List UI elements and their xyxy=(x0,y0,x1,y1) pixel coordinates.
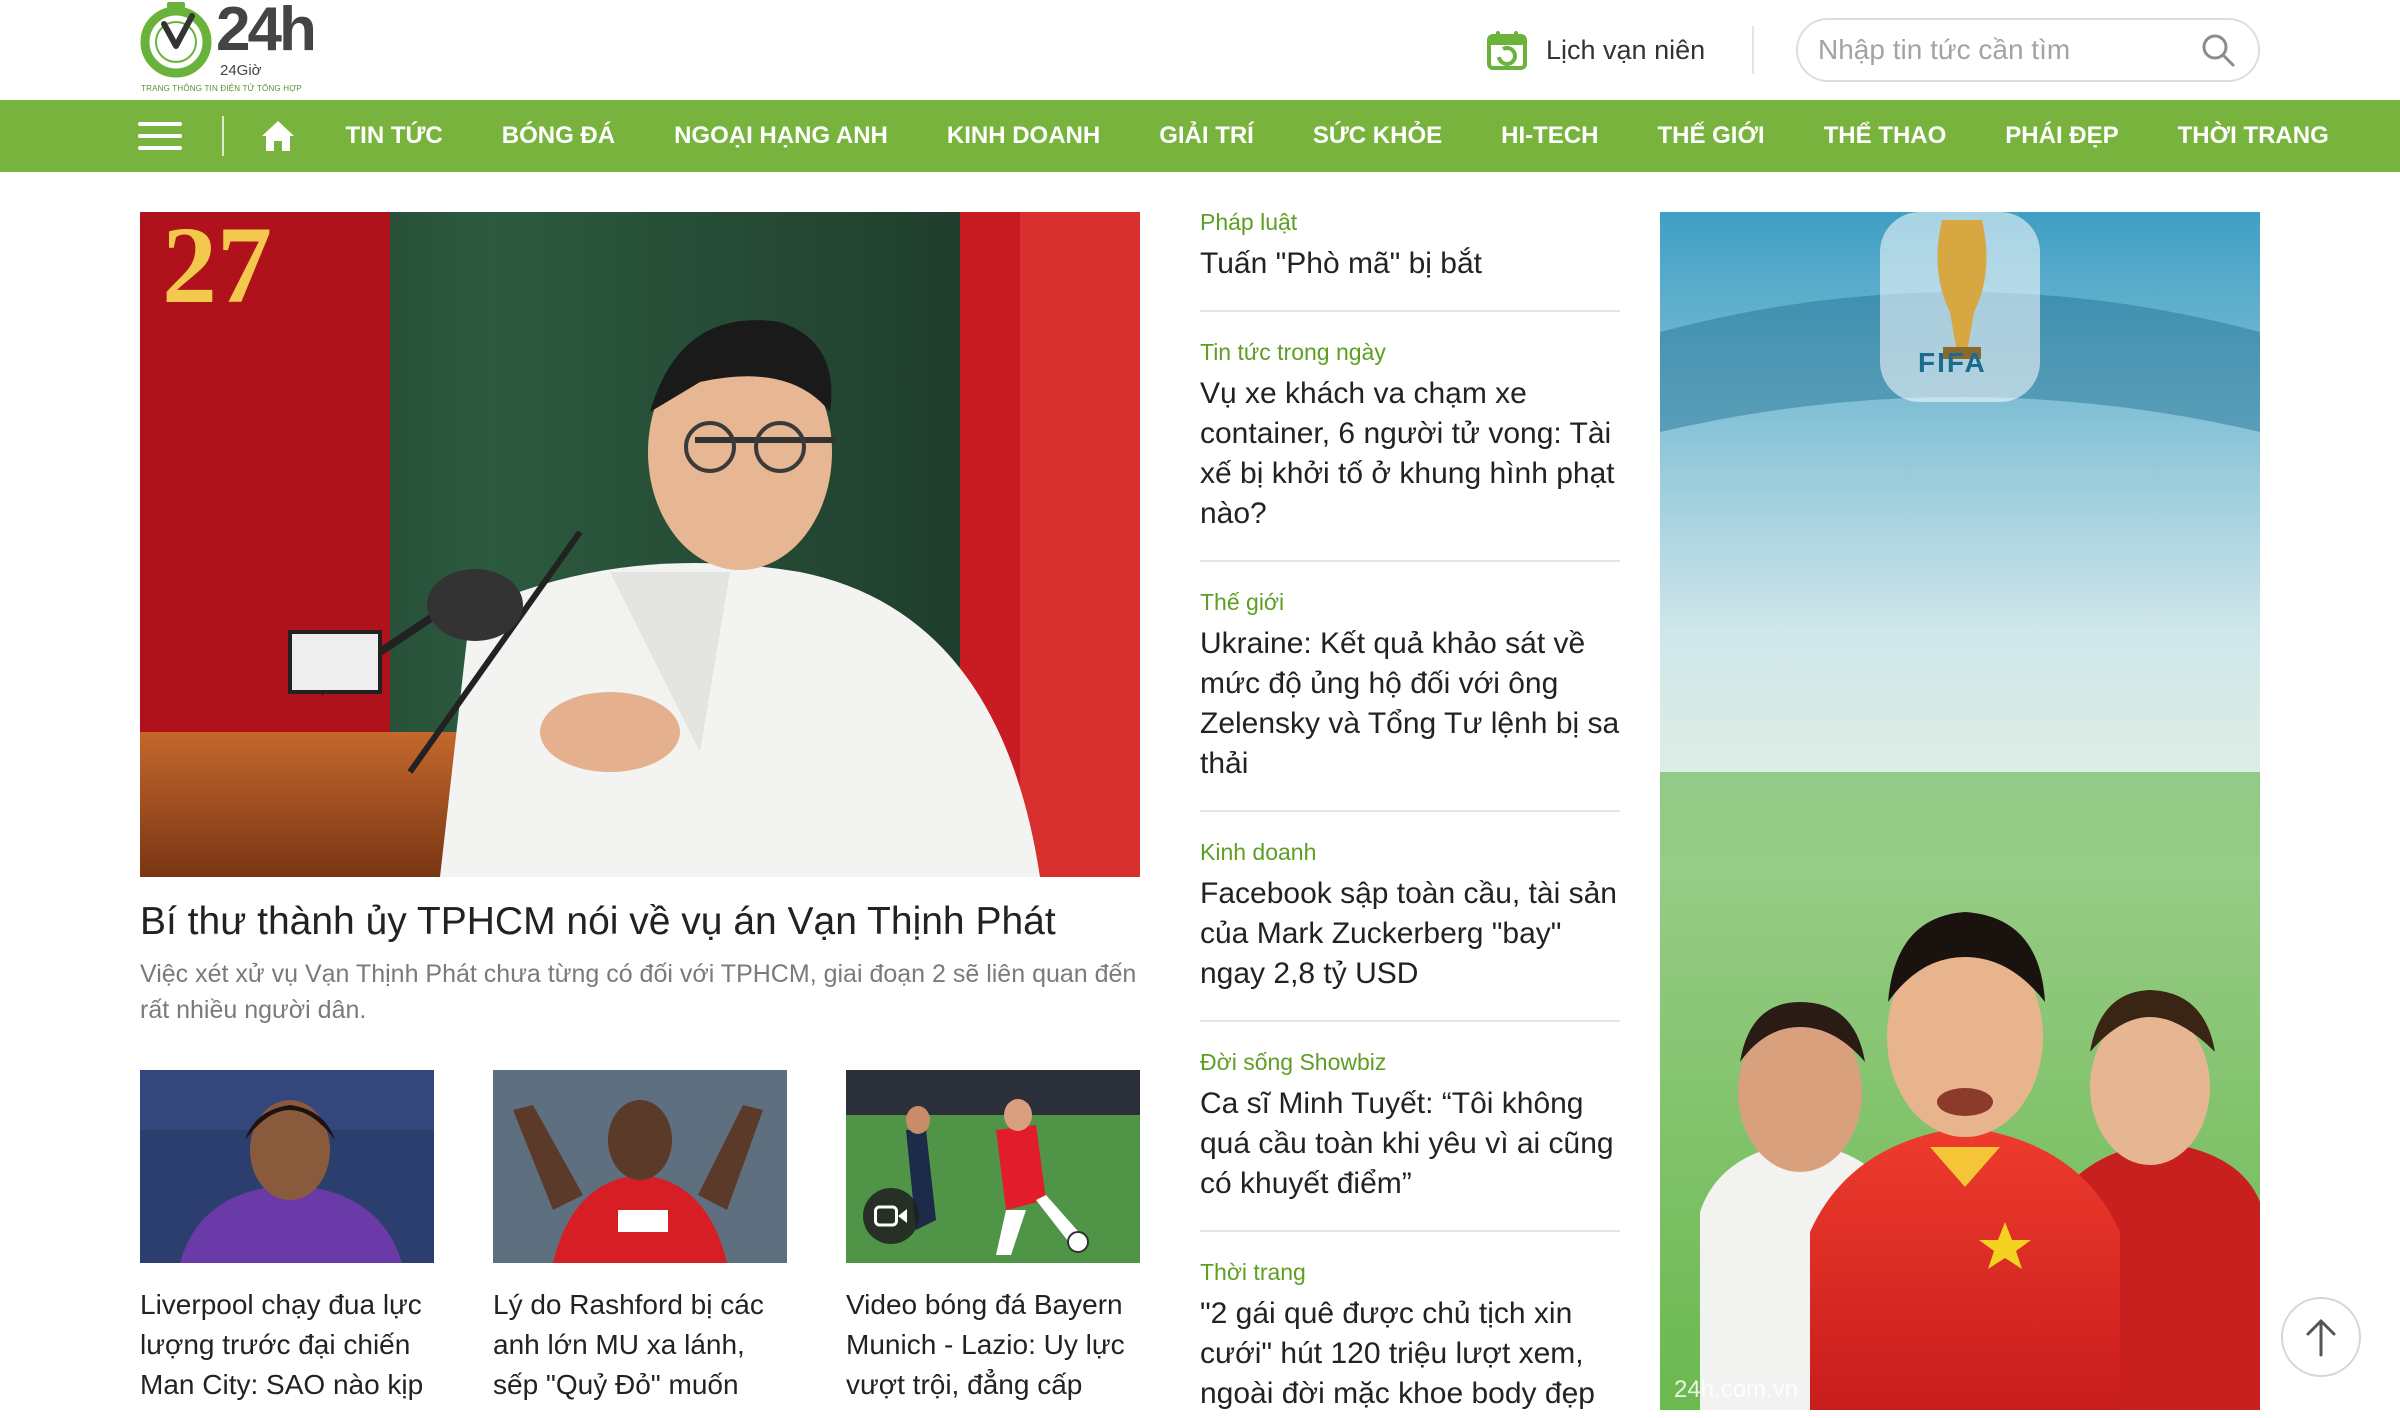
nav-item-phai-dep[interactable]: PHÁI ĐẸP xyxy=(1976,100,2148,172)
nav-item-thoi-trang[interactable]: THỜI TRANG xyxy=(2148,100,2358,172)
nav-item-ngoai-hang-anh[interactable]: NGOẠI HẠNG ANH xyxy=(645,100,918,172)
nav-inner: TIN TỨC BÓNG ĐÁ NGOẠI HẠNG ANH KINH DOAN… xyxy=(138,100,2358,172)
side-news-item: Thời trang "2 gái quê được chủ tịch xin … xyxy=(1200,1256,1620,1418)
side-title[interactable]: Tuấn "Phò mã" bị bắt xyxy=(1200,244,1620,284)
side-category[interactable]: Thời trang xyxy=(1200,1256,1620,1288)
card-photo xyxy=(493,1070,787,1263)
side-news-item: Tin tức trong ngày Vụ xe khách va chạm x… xyxy=(1200,336,1620,562)
calendar-icon xyxy=(1487,31,1527,70)
card-title[interactable]: Lý do Rashford bị các anh lớn MU xa lánh… xyxy=(493,1285,787,1405)
nav-item-the-gioi[interactable]: THẾ GIỚI xyxy=(1628,100,1794,172)
calendar-link[interactable]: Lịch vạn niên xyxy=(1486,28,1705,72)
nav-item-tin-tuc[interactable]: TIN TỨC xyxy=(316,100,472,172)
advertisement-banner[interactable]: FIFA 24h.com.vn xyxy=(1660,212,2260,1410)
side-category[interactable]: Pháp luật xyxy=(1200,206,1620,238)
feature-title[interactable]: Bí thư thành ủy TPHCM nói về vụ án Vạn T… xyxy=(140,896,1140,948)
search-button[interactable] xyxy=(2198,30,2238,70)
logo-text: 24h xyxy=(216,0,317,64)
hamburger-icon[interactable] xyxy=(138,100,184,172)
ad-badge: FIFA xyxy=(1918,347,1987,378)
side-category[interactable]: Tin tức trong ngày xyxy=(1200,336,1620,368)
back-to-top-button[interactable] xyxy=(2281,1297,2361,1377)
home-button[interactable] xyxy=(258,100,298,172)
news-card[interactable]: Video bóng đá Bayern Munich - Lazio: Uy … xyxy=(846,1070,1140,1405)
feature-image[interactable]: 27 xyxy=(140,212,1140,877)
nav-item-the-thao[interactable]: THỂ THAO xyxy=(1794,100,1976,172)
side-category[interactable]: Kinh doanh xyxy=(1200,836,1620,868)
svg-text:27: 27 xyxy=(162,212,272,326)
news-card[interactable]: Liverpool chạy đua lực lượng trước đại c… xyxy=(140,1070,434,1405)
side-title[interactable]: "2 gái quê được chủ tịch xin cưới" hút 1… xyxy=(1200,1294,1620,1414)
calendar-label: Lịch vạn niên xyxy=(1546,34,1706,65)
card-photo xyxy=(140,1070,434,1263)
logo-tagline: TRANG THÔNG TIN ĐIỆN TỬ TỔNG HỢP xyxy=(141,84,302,93)
nav-item-giai-tri[interactable]: GIẢI TRÍ xyxy=(1130,100,1284,172)
nav-item-hi-tech[interactable]: HI-TECH xyxy=(1472,100,1628,172)
side-news-item: Pháp luật Tuấn "Phò mã" bị bắt xyxy=(1200,206,1620,312)
card-thumbnail[interactable] xyxy=(493,1070,787,1263)
video-icon xyxy=(874,1205,907,1227)
search-box xyxy=(1796,18,2260,82)
card-title[interactable]: Liverpool chạy đua lực lượng trước đại c… xyxy=(140,1285,434,1405)
nav-item-suc-khoe[interactable]: SỨC KHỎE xyxy=(1283,100,1471,172)
side-category[interactable]: Thế giới xyxy=(1200,586,1620,618)
card-thumbnail[interactable] xyxy=(846,1070,1140,1263)
side-title[interactable]: Facebook sập toàn cầu, tài sản của Mark … xyxy=(1200,874,1620,994)
nav-item-bong-da[interactable]: BÓNG ĐÁ xyxy=(472,100,644,172)
home-icon xyxy=(262,121,294,151)
side-news-item: Thế giới Ukraine: Kết quả khảo sát về mứ… xyxy=(1200,586,1620,812)
side-category[interactable]: Đời sống Showbiz xyxy=(1200,1046,1620,1078)
top-bar: 24h 24Giờ TRANG THÔNG TIN ĐIỆN TỬ TỔNG H… xyxy=(0,0,2400,100)
nav-items: TIN TỨC BÓNG ĐÁ NGOẠI HẠNG ANH KINH DOAN… xyxy=(316,100,2358,172)
nav-divider xyxy=(222,116,224,156)
header-divider xyxy=(1752,26,1754,74)
news-card[interactable]: Lý do Rashford bị các anh lớn MU xa lánh… xyxy=(493,1070,787,1405)
search-icon xyxy=(2202,34,2235,67)
feature-photo: 27 xyxy=(140,212,1140,877)
search-input[interactable] xyxy=(1818,34,2198,66)
side-title[interactable]: Vụ xe khách va chạm xe container, 6 ngườ… xyxy=(1200,374,1620,534)
logo-sub: 24Giờ xyxy=(220,62,262,79)
card-title[interactable]: Video bóng đá Bayern Munich - Lazio: Uy … xyxy=(846,1285,1140,1405)
side-title[interactable]: Ukraine: Kết quả khảo sát về mức độ ủng … xyxy=(1200,624,1620,784)
side-news-list: Pháp luật Tuấn "Phò mã" bị bắt Tin tức t… xyxy=(1200,206,1620,1418)
main-nav: TIN TỨC BÓNG ĐÁ NGOẠI HẠNG ANH KINH DOAN… xyxy=(0,100,2400,172)
side-title[interactable]: Ca sĩ Minh Tuyết: “Tôi không quá cầu toà… xyxy=(1200,1084,1620,1204)
feature-summary: Việc xét xử vụ Vạn Thịnh Phát chưa từng … xyxy=(140,960,1137,1024)
ad-artwork xyxy=(1660,212,2260,1410)
arrow-up-icon xyxy=(2306,1319,2336,1357)
card-thumbnail[interactable] xyxy=(140,1070,434,1263)
side-news-item: Kinh doanh Facebook sập toàn cầu, tài sả… xyxy=(1200,836,1620,1022)
video-badge xyxy=(863,1188,919,1244)
side-news-item: Đời sống Showbiz Ca sĩ Minh Tuyết: “Tôi … xyxy=(1200,1046,1620,1232)
ad-watermark: 24h.com.vn xyxy=(1674,1376,1799,1403)
nav-item-kinh-doanh[interactable]: KINH DOANH xyxy=(917,100,1129,172)
